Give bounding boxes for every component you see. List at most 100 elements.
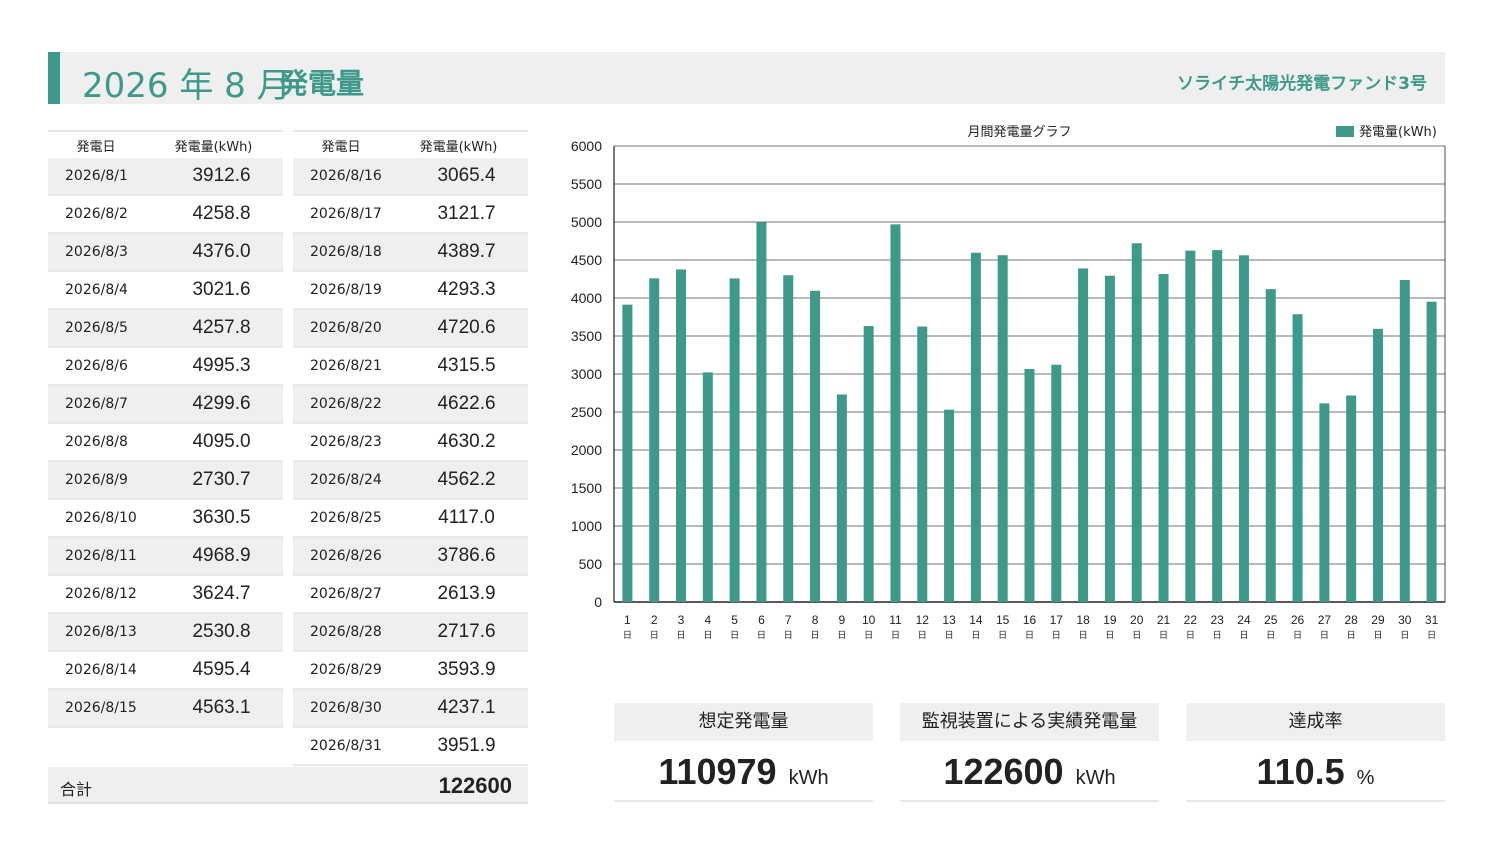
table-row: 2026/8/22 4622.6	[293, 386, 528, 424]
x-tick-label: 28	[1344, 613, 1358, 627]
table-row: 2026/8/11 4968.9	[48, 538, 283, 576]
x-tick-suffix: 日	[1293, 630, 1302, 641]
x-tick-suffix: 日	[891, 630, 900, 641]
x-tick-label: 20	[1130, 613, 1144, 627]
row-date: 2026/8/11	[65, 548, 137, 564]
x-tick-label: 8	[812, 613, 819, 627]
x-tick-label: 7	[785, 613, 792, 627]
row-value: 4117.0	[438, 507, 495, 528]
column-header-value: 発電量(kWh)	[174, 139, 253, 155]
x-tick-label: 17	[1050, 613, 1064, 627]
row-date: 2026/8/31	[310, 738, 382, 754]
x-tick-label: 23	[1210, 613, 1224, 627]
row-date: 2026/8/14	[65, 662, 137, 678]
table-row: 2026/8/16 3065.4	[293, 158, 528, 196]
bar	[1346, 395, 1357, 602]
row-value: 4562.2	[437, 469, 496, 490]
row-date: 2026/8/3	[65, 244, 128, 260]
y-tick-label: 2500	[571, 404, 602, 420]
x-tick-suffix: 日	[1025, 630, 1034, 641]
x-tick-label: 31	[1425, 613, 1439, 627]
table-header: 発電日 発電量(kWh)	[48, 130, 283, 158]
summary-rate: 達成率 110.5%	[1186, 703, 1445, 804]
x-tick-suffix: 日	[918, 630, 927, 641]
column-header-date: 発電日	[321, 139, 361, 155]
table-row: 2026/8/25 4117.0	[293, 500, 528, 538]
row-date: 2026/8/28	[310, 624, 382, 640]
row-value: 3065.4	[437, 165, 496, 186]
row-value: 4299.6	[192, 393, 251, 414]
x-tick-label: 29	[1371, 613, 1385, 627]
table-row: 2026/8/3 4376.0	[48, 234, 283, 272]
row-value: 3624.7	[192, 583, 251, 604]
x-tick-label: 19	[1103, 613, 1117, 627]
table-row: 2026/8/29 3593.9	[293, 652, 528, 690]
x-tick-label: 27	[1318, 613, 1332, 627]
total-row: 合計 122600	[48, 767, 528, 804]
x-tick-label: 11	[889, 613, 902, 627]
header-accent-bar	[48, 52, 60, 104]
bar	[1104, 275, 1115, 602]
x-tick-label: 9	[839, 613, 846, 627]
x-tick-label: 18	[1076, 613, 1090, 627]
table-row: 2026/8/17 3121.7	[293, 196, 528, 234]
summary-actual: 監視装置による実績発電量 122600 kWh	[900, 703, 1159, 804]
x-tick-label: 6	[758, 613, 765, 627]
row-value: 3021.6	[192, 279, 251, 300]
table-row: 2026/8/19 4293.3	[293, 272, 528, 310]
bar	[917, 326, 928, 602]
x-tick-label: 4	[704, 613, 711, 627]
summary-actual-value: 122600	[943, 751, 1064, 792]
x-tick-label: 16	[1023, 613, 1037, 627]
row-value: 3121.7	[437, 203, 496, 224]
x-tick-label: 21	[1157, 613, 1171, 627]
x-tick-suffix: 日	[1347, 630, 1356, 641]
bar	[944, 409, 955, 602]
table-row: 2026/8/18 4389.7	[293, 234, 528, 272]
fund-name: ソライチ太陽光発電ファンド3号	[1177, 74, 1427, 94]
table-row: 2026/8/7 4299.6	[48, 386, 283, 424]
x-tick-suffix: 日	[1213, 630, 1222, 641]
table-row: 2026/8/26 3786.6	[293, 538, 528, 576]
summary-rate-label: 達成率	[1186, 703, 1445, 741]
x-tick-suffix: 日	[1427, 630, 1436, 641]
bar	[1051, 364, 1062, 602]
x-tick-suffix: 日	[757, 630, 766, 641]
x-tick-suffix: 日	[1159, 630, 1168, 641]
row-value: 4720.6	[437, 317, 496, 338]
summary-actual-value-row: 122600 kWh	[900, 741, 1159, 802]
row-value: 4095.0	[192, 431, 251, 452]
table-row: 2026/8/24 4562.2	[293, 462, 528, 500]
x-tick-suffix: 日	[864, 630, 873, 641]
summary-expected: 想定発電量 110979 kWh	[614, 703, 873, 804]
daily-table-right: 発電日 発電量(kWh) 2026/8/16 3065.4 2026/8/17 312…	[293, 130, 528, 766]
summary-actual-label: 監視装置による実績発電量	[900, 703, 1159, 741]
bar	[810, 290, 821, 602]
table-row: 2026/8/1 3912.6	[48, 158, 283, 196]
bar	[756, 222, 767, 602]
row-date: 2026/8/5	[65, 320, 128, 336]
row-date: 2026/8/12	[65, 586, 137, 602]
x-tick-suffix: 日	[1132, 630, 1141, 641]
x-tick-label: 10	[862, 613, 876, 627]
row-value: 4968.9	[192, 545, 251, 566]
x-tick-label: 3	[678, 613, 685, 627]
table-row: 2026/8/20 4720.6	[293, 310, 528, 348]
row-value: 3912.6	[192, 165, 251, 186]
bar	[863, 326, 874, 602]
row-value: 4622.6	[437, 393, 496, 414]
y-tick-label: 0	[594, 594, 602, 610]
bar	[1372, 328, 1383, 602]
row-date: 2026/8/29	[310, 662, 382, 678]
bar	[1265, 289, 1276, 602]
column-header-date: 発電日	[76, 139, 116, 155]
row-date: 2026/8/22	[310, 396, 382, 412]
x-tick-suffix: 日	[1186, 630, 1195, 641]
x-tick-suffix: 日	[703, 630, 712, 641]
x-tick-label: 26	[1291, 613, 1305, 627]
table-header: 発電日 発電量(kWh)	[293, 130, 528, 158]
row-value: 2530.8	[192, 621, 251, 642]
x-tick-suffix: 日	[945, 630, 954, 641]
summary-rate-value-row: 110.5%	[1186, 741, 1445, 802]
bar	[649, 278, 660, 602]
